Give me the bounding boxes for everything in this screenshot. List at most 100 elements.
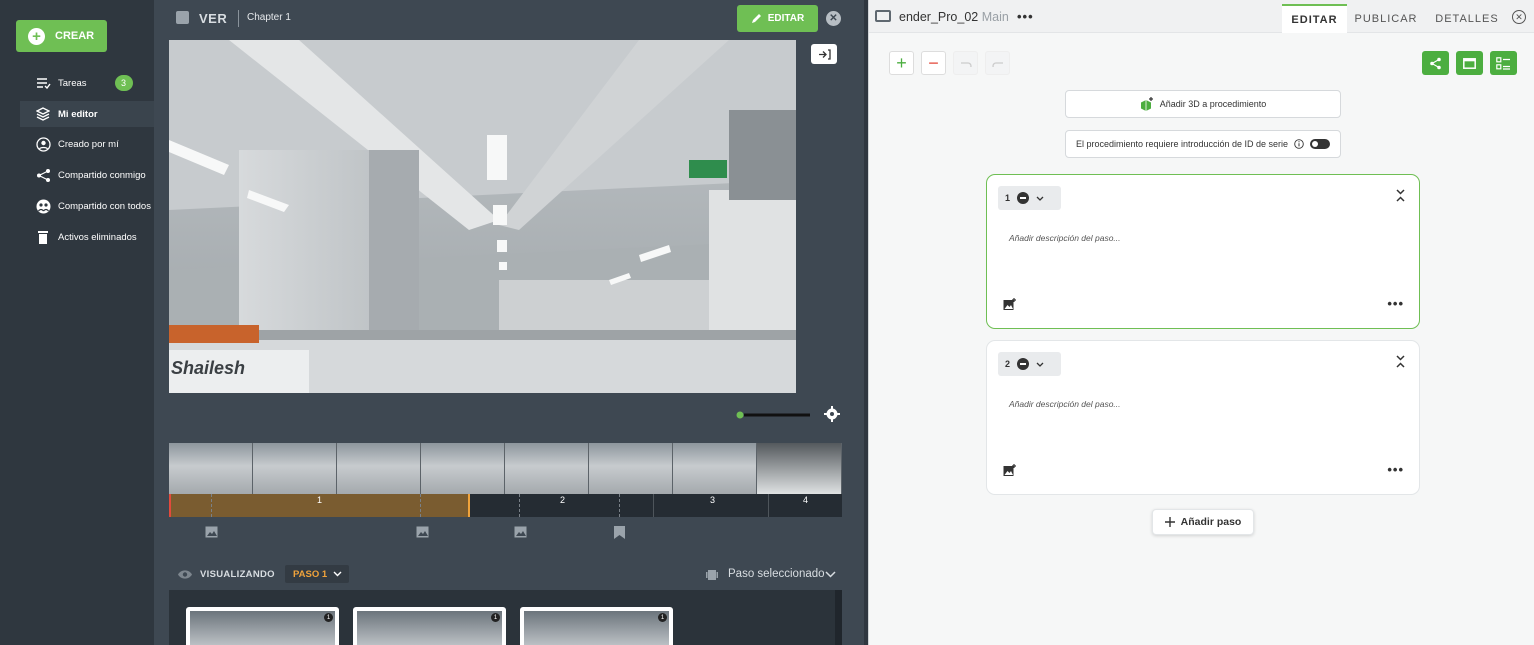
- sidebar-item-creado-por-mi[interactable]: Creado por mí: [20, 131, 154, 157]
- step-number-dropdown[interactable]: 2: [998, 352, 1061, 376]
- plus-icon: [1164, 517, 1175, 527]
- create-button[interactable]: + CREAR: [16, 20, 107, 52]
- info-icon: [1294, 139, 1304, 149]
- document-icon: [875, 10, 891, 22]
- step-card[interactable]: 1: [520, 607, 673, 645]
- add-step-label: Añadir paso: [1180, 516, 1242, 528]
- add-step-button[interactable]: Añadir paso: [1152, 509, 1254, 535]
- editor-header: ender_Pro_02 Main ••• EDITAR PUBLICAR DE…: [869, 0, 1534, 33]
- sidebar: + CREAR Tareas 3 Mi editor Creado por mí…: [0, 0, 154, 645]
- redo-button[interactable]: [985, 51, 1010, 75]
- serial-id-setting: El procedimiento requiere introducción d…: [1065, 130, 1341, 158]
- pencil-icon: [751, 14, 761, 23]
- sidebar-item-label: Compartido conmigo: [58, 169, 146, 181]
- step-thumbnail: [524, 611, 669, 645]
- timeline-thumbnail: [421, 443, 505, 494]
- tab-publicar[interactable]: PUBLICAR: [1351, 4, 1421, 33]
- share-icon: [1430, 57, 1441, 69]
- add-3d-label: Añadir 3D a procedimiento: [1159, 99, 1267, 109]
- chevron-down-icon[interactable]: [825, 571, 836, 578]
- office-video-frame: Shailesh: [169, 40, 796, 393]
- cube-add-icon: [1140, 97, 1153, 111]
- collapse-icon[interactable]: [1396, 355, 1405, 370]
- timeline-thumbnail: [505, 443, 589, 494]
- remove-button[interactable]: −: [921, 51, 946, 75]
- layers-icon: [35, 106, 51, 122]
- add-button[interactable]: +: [889, 51, 914, 75]
- sidebar-item-mi-editor[interactable]: Mi editor: [20, 101, 154, 127]
- step-card[interactable]: 1: [353, 607, 506, 645]
- image-icon[interactable]: [416, 526, 429, 541]
- create-label: CREAR: [55, 30, 95, 42]
- image-icon[interactable]: [205, 526, 218, 541]
- timeline[interactable]: 1 2 3 4: [169, 443, 842, 517]
- exit-fullscreen-button[interactable]: [811, 44, 837, 64]
- sidebar-item-tareas[interactable]: Tareas 3: [20, 70, 154, 96]
- add-3d-button[interactable]: Añadir 3D a procedimiento: [1065, 90, 1341, 118]
- close-icon[interactable]: ✕: [1512, 10, 1526, 24]
- divider: [238, 10, 239, 27]
- step-card[interactable]: 1: [186, 607, 339, 645]
- redo-icon: [991, 62, 1003, 67]
- step-thumbnail: [357, 611, 502, 645]
- checklist-icon: [1496, 56, 1510, 70]
- step-number-dropdown[interactable]: 1: [998, 186, 1061, 210]
- view-mode-label: VER: [199, 11, 228, 26]
- sidebar-item-label: Tareas: [58, 77, 87, 89]
- window-button[interactable]: [1456, 51, 1483, 75]
- undo-button[interactable]: [953, 51, 978, 75]
- step-description-field[interactable]: Añadir descripción del paso...: [1009, 233, 1121, 243]
- timeline-marker: [420, 494, 421, 517]
- tab-detalles[interactable]: DETALLES: [1432, 4, 1502, 33]
- film-icon: [706, 570, 718, 580]
- sidebar-item-activos-eliminados[interactable]: Activos eliminados: [20, 224, 154, 250]
- collapse-icon[interactable]: [1396, 189, 1405, 204]
- globe-icon: [35, 198, 51, 214]
- vertical-scrollbar[interactable]: [835, 590, 842, 645]
- more-options-icon[interactable]: •••: [1387, 296, 1404, 311]
- step-box-2[interactable]: 2 Añadir descripción del paso... •••: [986, 340, 1420, 495]
- remove-step-icon[interactable]: [1017, 192, 1030, 204]
- video-player[interactable]: Shailesh: [169, 40, 796, 393]
- remove-step-icon[interactable]: [1017, 358, 1030, 370]
- sidebar-item-label: Compartido con todos: [58, 200, 151, 212]
- editor-panel: ender_Pro_02 Main ••• EDITAR PUBLICAR DE…: [868, 0, 1534, 645]
- sidebar-item-compartido-con-todos[interactable]: Compartido con todos: [20, 193, 154, 219]
- sidebar-item-label: Mi editor: [58, 108, 98, 120]
- step-number: 2: [1005, 359, 1011, 369]
- more-options-icon[interactable]: •••: [1387, 462, 1404, 477]
- volume-indicator[interactable]: [736, 410, 811, 419]
- step-selector-label: PASO 1: [293, 568, 328, 580]
- step-box-1[interactable]: 1 Añadir descripción del paso... •••: [986, 174, 1420, 329]
- add-image-icon[interactable]: [1003, 298, 1016, 314]
- edit-button[interactable]: EDITAR: [737, 5, 818, 32]
- bookmark-icon[interactable]: [614, 526, 625, 542]
- timeline-marker: [211, 494, 212, 517]
- close-icon[interactable]: ✕: [826, 11, 841, 26]
- step-description-field[interactable]: Añadir descripción del paso...: [1009, 399, 1121, 409]
- download-icon[interactable]: [176, 11, 189, 24]
- share-icon: [35, 167, 51, 183]
- share-button[interactable]: [1422, 51, 1449, 75]
- selected-step-label[interactable]: Paso seleccionado: [728, 568, 825, 580]
- video-text-shailesh: Shailesh: [171, 358, 245, 378]
- segment-number: 1: [317, 495, 323, 505]
- add-image-icon[interactable]: [1003, 464, 1016, 480]
- sidebar-item-label: Activos eliminados: [58, 231, 137, 243]
- checklist-button[interactable]: [1490, 51, 1517, 75]
- settings-gear-icon[interactable]: [824, 406, 840, 425]
- timeline-marker: [519, 494, 520, 517]
- sidebar-item-compartido-conmigo[interactable]: Compartido conmigo: [20, 162, 154, 188]
- chevron-down-icon: [333, 571, 342, 577]
- image-icon[interactable]: [514, 526, 527, 541]
- serial-id-toggle[interactable]: [1310, 139, 1331, 149]
- step-number: 1: [1005, 193, 1011, 203]
- tab-editar[interactable]: EDITAR: [1282, 4, 1347, 33]
- step-selector-dropdown[interactable]: PASO 1: [285, 565, 349, 583]
- timeline-thumbnail: [673, 443, 757, 494]
- sign-in-icon: [818, 48, 831, 60]
- plus-icon: +: [28, 27, 45, 45]
- segment-number: 2: [560, 495, 566, 505]
- more-options-icon[interactable]: •••: [1017, 9, 1034, 24]
- step-thumbnail: [190, 611, 335, 645]
